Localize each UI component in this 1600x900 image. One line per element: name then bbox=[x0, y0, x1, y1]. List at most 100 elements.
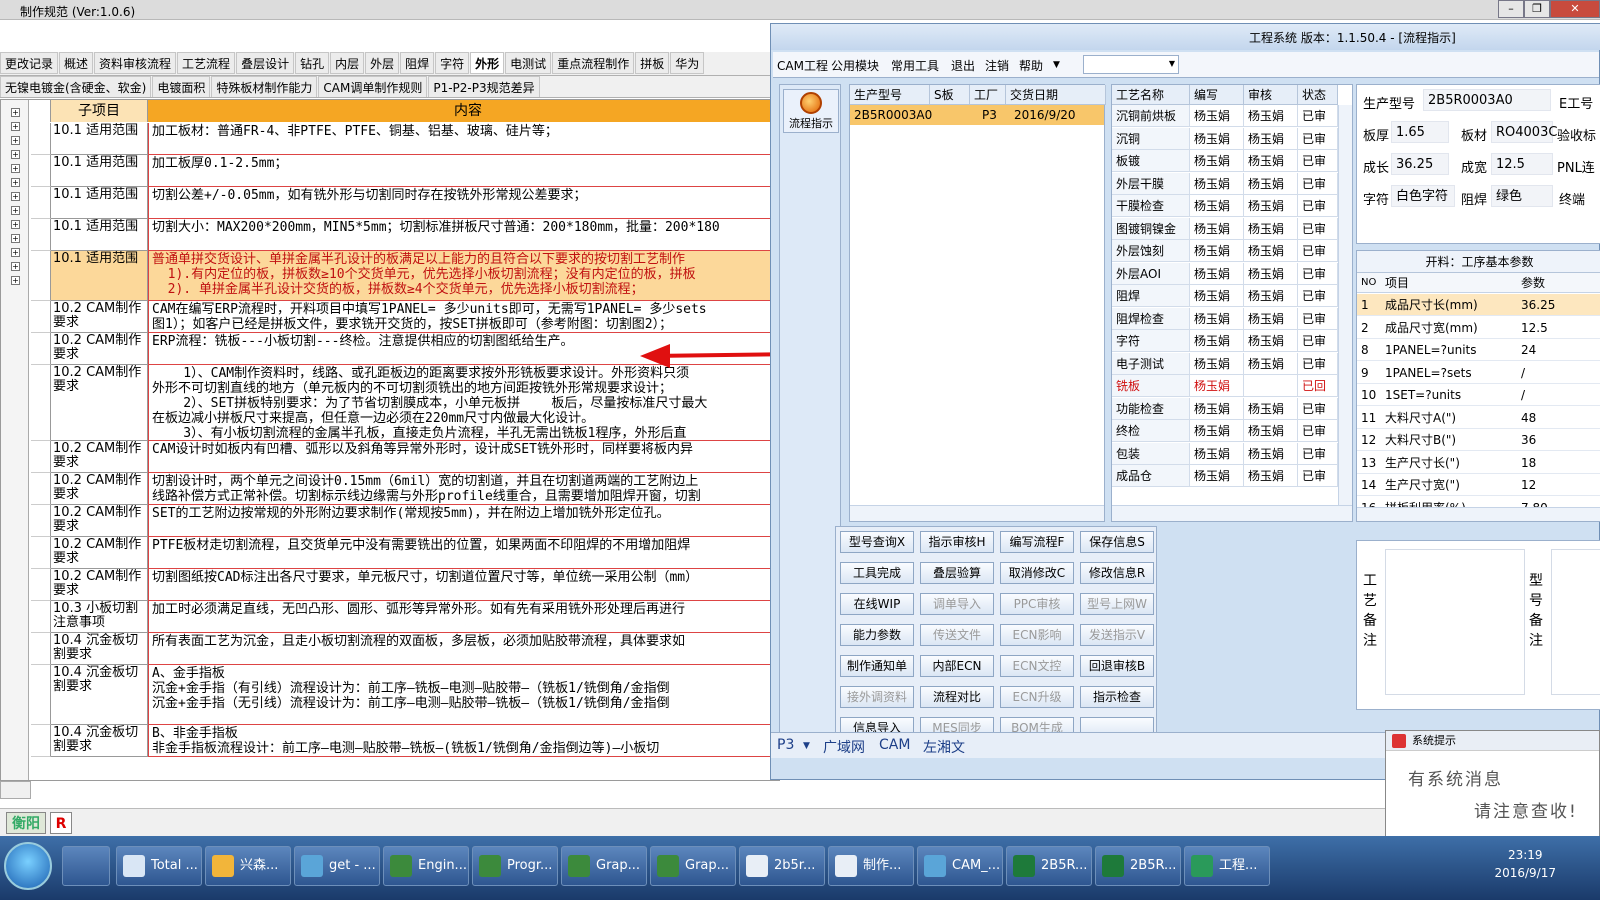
process-row[interactable]: 沉铜前烘板 杨玉娟 杨玉娟 已审 bbox=[1112, 105, 1338, 127]
menu-cam[interactable]: CAM工程 bbox=[777, 57, 828, 74]
taskbar-item[interactable]: Grap... bbox=[561, 846, 647, 886]
action-button[interactable]: 传送文件 bbox=[920, 624, 994, 646]
process-row[interactable]: 电子测试 杨玉娟 杨玉娟 已审 bbox=[1112, 352, 1338, 375]
proc-header-writer[interactable]: 编写 bbox=[1190, 85, 1244, 105]
action-button[interactable]: 取消修改C bbox=[1000, 562, 1074, 584]
start-button[interactable] bbox=[4, 842, 52, 890]
parameter-row[interactable]: 12 大料尺寸B(") 36 bbox=[1357, 429, 1600, 451]
parameter-row[interactable]: 11 大料尺寸A(") 48 bbox=[1357, 407, 1600, 429]
taskbar-item[interactable]: Engin... bbox=[383, 846, 469, 886]
process-row[interactable]: 阻焊 杨玉娟 杨玉娟 已审 bbox=[1112, 285, 1338, 307]
action-button[interactable]: 调单导入 bbox=[920, 593, 994, 615]
action-button[interactable]: 在线WIP bbox=[840, 593, 914, 615]
param-header-item[interactable]: 项目 bbox=[1381, 273, 1409, 293]
parameter-row[interactable]: 2 成品尺寸宽(mm) 12.5 bbox=[1357, 317, 1600, 339]
parameter-row[interactable]: 8 1PANEL=?units 24 bbox=[1357, 339, 1600, 361]
taskbar-item[interactable]: 2B5R... bbox=[1006, 846, 1092, 886]
process-instruction-nav-button[interactable]: 流程指示 bbox=[783, 89, 839, 133]
action-button[interactable]: 型号上网W bbox=[1080, 593, 1154, 615]
order-row-selected[interactable]: 2B5R0003A0 P3 2016/9/20 bbox=[850, 105, 1104, 125]
plant-chevron-icon[interactable]: ▼ bbox=[803, 741, 810, 751]
menu-exit[interactable]: 退出 bbox=[951, 57, 975, 74]
proc-vscroll[interactable] bbox=[1338, 105, 1352, 505]
action-button[interactable]: ECN影响 bbox=[1000, 624, 1074, 646]
proc-hscroll[interactable] bbox=[1112, 505, 1352, 521]
process-row[interactable]: 包装 杨玉娟 杨玉娟 已审 bbox=[1112, 442, 1338, 465]
process-row[interactable]: 字符 杨玉娟 杨玉娟 已审 bbox=[1112, 330, 1338, 352]
order-header-model[interactable]: 生产型号 bbox=[850, 85, 930, 105]
param-header-value[interactable]: 参数 bbox=[1517, 273, 1545, 293]
order-header-factory[interactable]: 工厂 bbox=[970, 85, 1006, 105]
process-row[interactable]: 沉铜 杨玉娟 杨玉娟 已审 bbox=[1112, 127, 1338, 150]
action-button[interactable]: 能力参数 bbox=[840, 624, 914, 646]
action-button[interactable]: 内部ECN bbox=[920, 655, 994, 677]
action-button[interactable]: 回退审核B bbox=[1080, 655, 1154, 677]
action-button[interactable]: 指示检查 bbox=[1080, 686, 1154, 708]
taskbar-item[interactable]: Total ... bbox=[116, 846, 202, 886]
taskbar-item[interactable]: 兴森... bbox=[205, 846, 291, 886]
process-row[interactable]: 终检 杨玉娟 杨玉娟 已审 bbox=[1112, 420, 1338, 442]
material-field[interactable]: RO4003C bbox=[1491, 121, 1557, 143]
action-button[interactable]: 叠层验算 bbox=[920, 562, 994, 584]
action-button[interactable]: ECN升级 bbox=[1000, 686, 1074, 708]
menu-combobox[interactable]: ▼ bbox=[1083, 55, 1179, 74]
action-button[interactable]: 型号查询X bbox=[840, 531, 914, 553]
parameter-row[interactable]: 14 生产尺寸宽(") 12 bbox=[1357, 474, 1600, 496]
proc-header-name[interactable]: 工艺名称 bbox=[1112, 85, 1190, 105]
process-row[interactable]: 功能检查 杨玉娟 杨玉娟 已审 bbox=[1112, 397, 1338, 420]
process-row[interactable]: 外层AOI 杨玉娟 杨玉娟 已审 bbox=[1112, 262, 1338, 285]
process-row[interactable]: 外层蚀刻 杨玉娟 杨玉娟 已审 bbox=[1112, 240, 1338, 262]
action-button[interactable]: 发送指示V bbox=[1080, 624, 1154, 646]
plant-selector[interactable]: P3 bbox=[777, 737, 794, 753]
proc-header-status[interactable]: 状态 bbox=[1298, 85, 1338, 105]
model-notes-field[interactable] bbox=[1551, 549, 1600, 695]
menu-common-module[interactable]: 公用模块 bbox=[831, 57, 879, 74]
thickness-field[interactable]: 1.65 bbox=[1391, 121, 1449, 143]
mask-field[interactable]: 绿色 bbox=[1491, 185, 1553, 207]
parameter-row[interactable]: 13 生产尺寸长(") 18 bbox=[1357, 452, 1600, 474]
param-header-no[interactable]: NO bbox=[1357, 273, 1381, 293]
system-hint-popup[interactable]: 系统提示 有系统消息 请注意查收! bbox=[1385, 730, 1600, 840]
process-row[interactable]: 阻焊检查 杨玉娟 杨玉娟 已审 bbox=[1112, 307, 1338, 330]
action-button[interactable]: 编写流程F bbox=[1000, 531, 1074, 553]
menu-dropdown-arrow-icon[interactable]: ▼ bbox=[1053, 60, 1060, 70]
action-button[interactable]: PPC审核 bbox=[1000, 593, 1074, 615]
order-header-date[interactable]: 交货日期 bbox=[1006, 85, 1106, 105]
process-notes-field[interactable] bbox=[1385, 549, 1525, 695]
action-button[interactable]: ECN文控 bbox=[1000, 655, 1074, 677]
calculator-taskbar-icon[interactable] bbox=[62, 846, 110, 886]
action-button[interactable]: 制作通知单 bbox=[840, 655, 914, 677]
width-field[interactable]: 12.5 bbox=[1491, 153, 1553, 175]
process-row[interactable]: 板镀 杨玉娟 杨玉娟 已审 bbox=[1112, 150, 1338, 172]
taskbar-item[interactable]: 制作... bbox=[828, 846, 914, 886]
process-row[interactable]: 干膜检查 杨玉娟 杨玉娟 已审 bbox=[1112, 195, 1338, 217]
parameter-row[interactable]: 1 成品尺寸长(mm) 36.25 bbox=[1357, 294, 1600, 316]
clock[interactable]: 23:19 2016/9/17 bbox=[1494, 846, 1556, 882]
taskbar-item[interactable]: CAM_... bbox=[917, 846, 1003, 886]
minimize-icon[interactable]: – bbox=[1498, 0, 1524, 18]
process-row[interactable]: 铣板 杨玉娟 已回 bbox=[1112, 375, 1338, 397]
proc-header-reviewer[interactable]: 审核 bbox=[1244, 85, 1298, 105]
taskbar-item[interactable]: 工程... bbox=[1184, 846, 1270, 886]
action-button[interactable]: 接外调资料 bbox=[840, 686, 914, 708]
action-button[interactable]: 修改信息R bbox=[1080, 562, 1154, 584]
order-hscroll[interactable] bbox=[850, 505, 1104, 521]
parameter-row[interactable]: 10 1SET=?units / bbox=[1357, 384, 1600, 406]
taskbar-item[interactable]: Progr... bbox=[472, 846, 558, 886]
taskbar-item[interactable]: Grap... bbox=[650, 846, 736, 886]
menu-logout[interactable]: 注销 bbox=[985, 57, 1009, 74]
taskbar-item[interactable]: 2b5r... bbox=[739, 846, 825, 886]
length-field[interactable]: 36.25 bbox=[1391, 153, 1449, 175]
action-button[interactable]: 流程对比 bbox=[920, 686, 994, 708]
action-button[interactable]: 工具完成 bbox=[840, 562, 914, 584]
restore-icon[interactable]: ❐ bbox=[1524, 0, 1550, 18]
character-field[interactable]: 白色字符 bbox=[1391, 185, 1455, 207]
menu-help[interactable]: 帮助 bbox=[1019, 57, 1043, 74]
taskbar-item[interactable]: 2B5R... bbox=[1095, 846, 1181, 886]
process-row[interactable]: 外层干膜 杨玉娟 杨玉娟 已审 bbox=[1112, 172, 1338, 195]
model-field[interactable]: 2B5R0003A0 bbox=[1423, 89, 1551, 111]
action-button[interactable]: 指示审核H bbox=[920, 531, 994, 553]
process-row[interactable]: 成品仓 杨玉娟 杨玉娟 已审 bbox=[1112, 465, 1338, 487]
param-hscroll[interactable] bbox=[1357, 507, 1600, 521]
parameter-row[interactable]: 9 1PANEL=?sets / bbox=[1357, 362, 1600, 384]
